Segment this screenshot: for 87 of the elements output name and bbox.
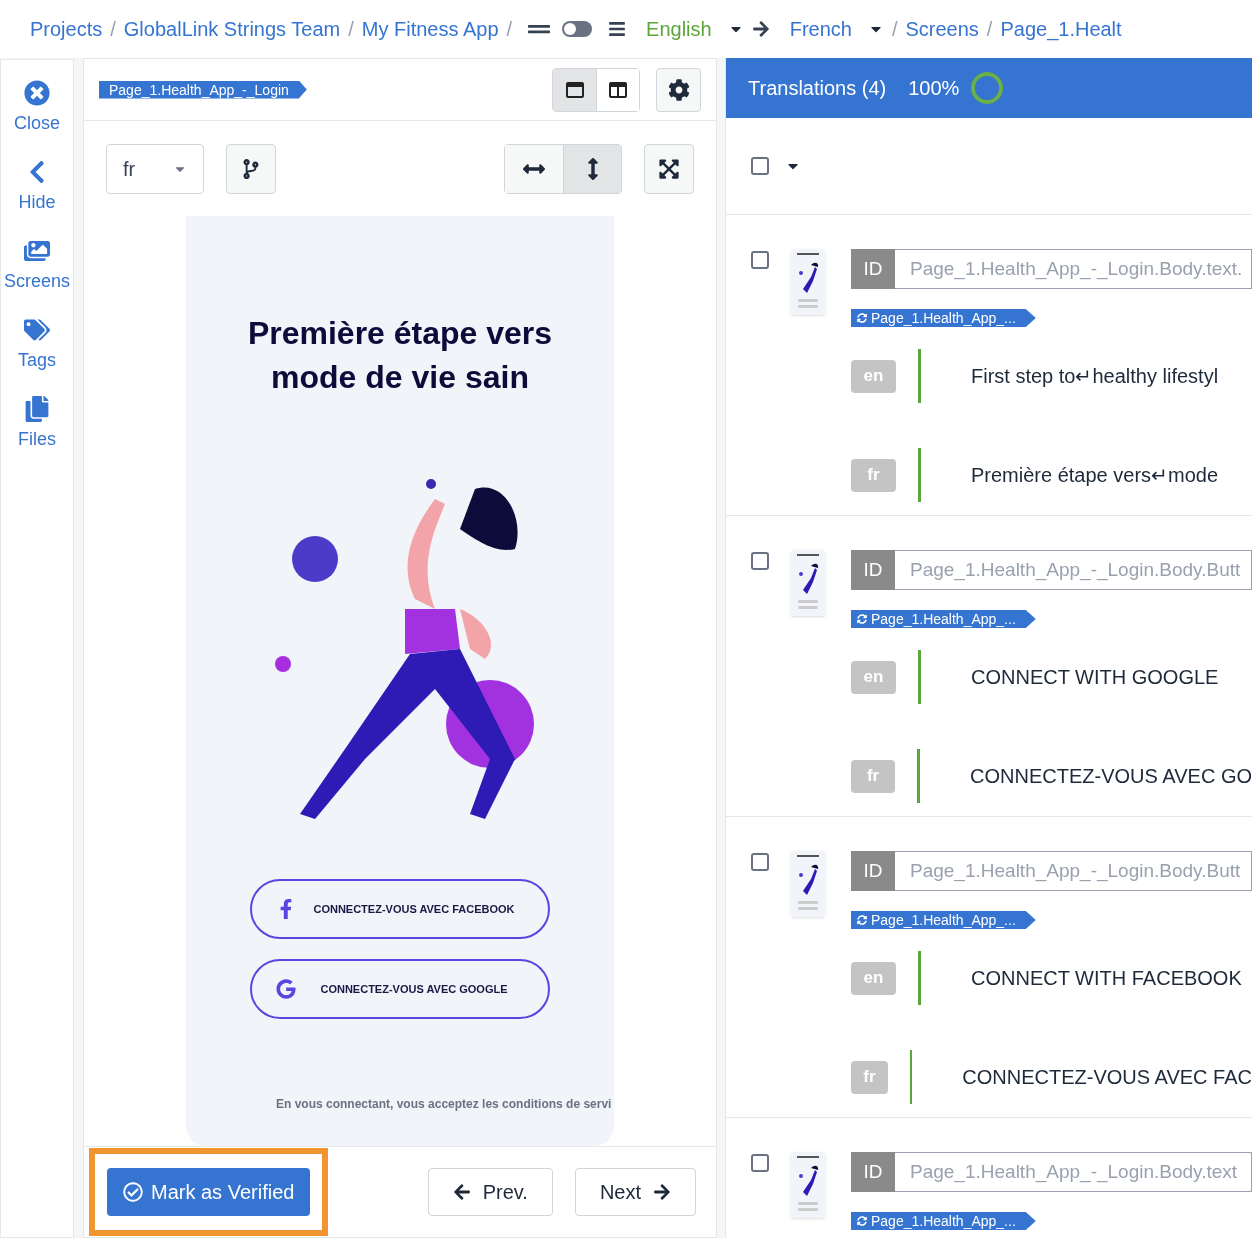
arrow-right-icon <box>653 1183 671 1201</box>
sidebar-label[interactable]: Files <box>18 426 56 453</box>
breadcrumb-link[interactable]: My Fitness App <box>361 14 499 44</box>
id-label: ID <box>851 1152 895 1192</box>
branch-button[interactable] <box>226 143 276 194</box>
id-label: ID <box>851 851 895 891</box>
google-icon <box>276 979 296 999</box>
arrow-right-icon <box>751 20 770 38</box>
mark-verified-button[interactable]: Mark as Verified <box>107 1168 311 1216</box>
images-icon[interactable] <box>24 238 50 264</box>
progress-percent: 100% <box>908 76 960 101</box>
breadcrumb-separator: / <box>986 17 993 42</box>
sync-icon <box>857 313 867 323</box>
sync-icon <box>857 614 867 624</box>
preview-heading: Première étape vers mode de vie sain <box>246 314 554 397</box>
translation-text: CONNECT WITH FACEBOOK <box>971 966 1242 991</box>
arrow-left-icon <box>452 1183 471 1201</box>
translation-text: CONNECT WITH GOOGLE <box>971 665 1219 690</box>
screen-thumbnail <box>791 550 825 616</box>
next-button[interactable]: Next <box>574 1168 696 1216</box>
social-login-button[interactable]: CONNECTEZ-VOUS AVEC GOOGLE <box>250 959 550 1019</box>
screen-thumbnail <box>791 249 825 315</box>
breadcrumb-link[interactable]: Page_1.Healt <box>1000 14 1122 44</box>
sidebar-label[interactable]: Tags <box>18 347 56 374</box>
screen-thumbnail <box>791 1152 825 1218</box>
breadcrumb-separator: / <box>348 17 354 42</box>
target-language[interactable]: French <box>789 14 852 44</box>
close-icon[interactable] <box>24 80 50 106</box>
id-label: ID <box>851 249 895 289</box>
screen-tag: Page_1.Health_App_... <box>851 911 1036 929</box>
id-label: ID <box>851 550 895 590</box>
toggle-switch[interactable] <box>562 21 593 37</box>
translations-title: Translations (4) <box>748 76 887 101</box>
checkbox[interactable] <box>751 157 769 175</box>
breadcrumb-separator: / <box>891 17 898 42</box>
translation-text: Première étape vers↵mode <box>971 463 1219 488</box>
screen-tag: Page_1.Health_App_... <box>851 309 1036 327</box>
split-view-button[interactable] <box>596 68 639 111</box>
language-badge: en <box>851 359 896 393</box>
tags-icon[interactable] <box>24 317 50 343</box>
translation-text: CONNECTEZ-VOUS AVEC FAC <box>962 1065 1252 1090</box>
sync-icon <box>857 1216 867 1226</box>
files-icon[interactable] <box>24 396 50 422</box>
language-badge: fr <box>851 759 896 793</box>
sidebar-label[interactable]: Close <box>14 110 60 137</box>
window-icon <box>565 81 584 98</box>
settings-button[interactable] <box>656 67 701 112</box>
sidebar-label[interactable]: Screens <box>3 268 70 295</box>
checkbox[interactable] <box>751 1154 769 1172</box>
language-select[interactable]: fr <box>106 143 204 194</box>
breadcrumb-separator: / <box>110 17 116 42</box>
id-field[interactable]: Page_1.Health_App_-_Login.Body.text <box>895 1152 1252 1192</box>
social-login-button[interactable]: CONNECTEZ-VOUS AVEC FACEBOOK <box>250 879 550 939</box>
columns-icon <box>609 81 627 98</box>
id-field[interactable]: Page_1.Health_App_-_Login.Body.Butt <box>895 550 1252 590</box>
language-badge: fr <box>851 1060 888 1094</box>
expand-icon <box>658 157 680 180</box>
breadcrumb-link[interactable]: Projects <box>30 14 103 44</box>
checkbox[interactable] <box>751 251 769 269</box>
checkbox[interactable] <box>751 552 769 570</box>
fullscreen-button[interactable] <box>644 143 694 194</box>
single-view-button[interactable] <box>553 68 596 111</box>
breadcrumb-link[interactable]: GlobalLink Strings Team <box>123 14 341 44</box>
language-badge: en <box>851 961 896 995</box>
language-badge: fr <box>851 458 896 492</box>
translation-text: CONNECTEZ-VOUS AVEC GO <box>970 764 1252 789</box>
terms-text: En vous connectant, vous acceptez les conditions de servi <box>276 1096 612 1113</box>
source-language[interactable]: English <box>646 14 712 44</box>
sidebar-label[interactable]: Hide <box>18 189 56 216</box>
screen-tag: Page_1.Health_App_... <box>851 610 1036 628</box>
translation-text: First step to↵healthy lifestyl <box>971 364 1219 389</box>
screen-tag: Page_1.Health_App_-_Login <box>99 80 307 99</box>
language-badge: en <box>851 660 896 694</box>
id-field[interactable]: Page_1.Health_App_-_Login.Body.Butt <box>895 851 1252 891</box>
branch-icon <box>241 158 261 179</box>
checkbox[interactable] <box>751 853 769 871</box>
list-icon[interactable] <box>608 20 627 38</box>
breadcrumb-separator: / <box>506 17 513 42</box>
id-field[interactable]: Page_1.Health_App_-_Login.Body.text. <box>895 249 1252 289</box>
settings-icon <box>667 78 690 101</box>
prev-button[interactable]: Prev. <box>427 1168 553 1216</box>
screen-thumbnail <box>791 851 825 917</box>
fit-height-button[interactable] <box>563 144 621 193</box>
screen-tag: Page_1.Health_App_... <box>851 1212 1036 1230</box>
breadcrumb-link[interactable]: Screens <box>905 14 979 44</box>
sync-icon <box>857 915 867 925</box>
fit-width-button[interactable] <box>505 144 563 193</box>
